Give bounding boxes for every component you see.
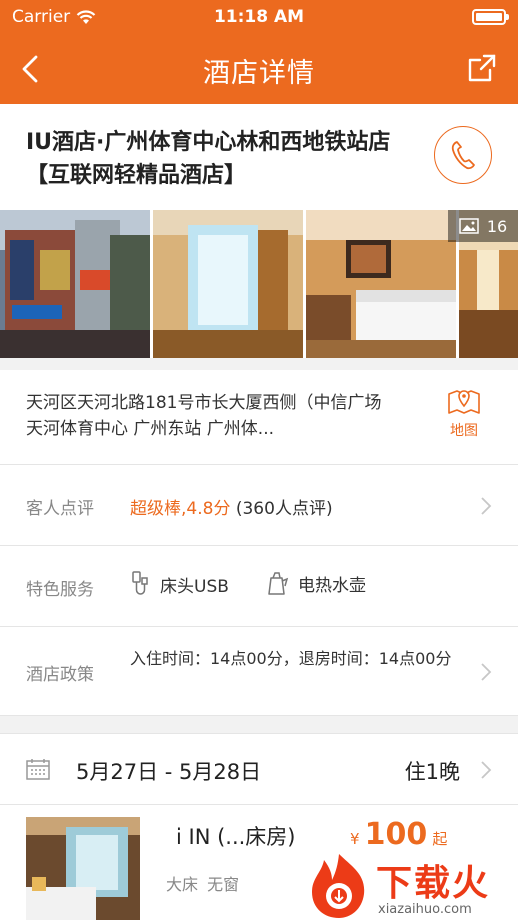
room-price: ¥ 100 起	[350, 817, 447, 852]
services-row: 特色服务 床头USB 电热水壶	[0, 546, 518, 627]
service-name: 床头USB	[160, 576, 229, 597]
hotel-address: 天河区天河北路181号市长大厦西侧（中信广场 天河体育中心 广州东站 广州体..…	[26, 393, 382, 439]
photo-count-badge[interactable]: 16	[448, 210, 518, 242]
kettle-icon	[268, 572, 289, 595]
address-row[interactable]: 天河区天河北路181号市长大厦西侧（中信广场 天河体育中心 广州东站 广州体..…	[0, 370, 518, 465]
calendar-icon	[26, 759, 50, 780]
nights-count: 住1晚	[404, 760, 460, 784]
battery-icon	[472, 9, 509, 25]
policy-text: 入住时间：14点00分，退房时间：14点00分	[130, 649, 452, 668]
service-item: 电热水壶	[264, 570, 366, 596]
room-tags: 大床 无窗	[166, 875, 240, 894]
services-label: 特色服务	[26, 580, 94, 600]
price-suffix: 起	[432, 830, 448, 848]
rating-summary: 超级棒,4.8分 (360人点评)	[130, 494, 333, 519]
call-button[interactable]	[434, 126, 492, 184]
watermark-url: xiazaihuo.com	[378, 902, 472, 917]
status-bar: Carrier 11:18 AM	[0, 0, 518, 34]
usb-icon	[132, 571, 148, 595]
gallery-photo-exterior[interactable]	[0, 210, 150, 358]
watermark-logo: 下载火 xiazaihuo.com	[306, 852, 518, 920]
nav-bar: 酒店详情	[0, 34, 518, 104]
battery-level	[476, 13, 502, 21]
phone-icon	[451, 141, 475, 170]
chevron-right-icon	[481, 761, 492, 779]
policy-row[interactable]: 酒店政策 入住时间：14点00分，退房时间：14点00分	[0, 627, 518, 716]
rating-score: 超级棒,4.8分	[130, 499, 231, 519]
price-value: 100	[364, 817, 428, 852]
image-icon	[459, 218, 479, 234]
policy-label: 酒店政策	[26, 665, 94, 685]
map-button[interactable]: 地图	[444, 386, 484, 440]
review-label: 客人点评	[26, 499, 94, 519]
photo-count: 16	[486, 216, 508, 236]
review-row[interactable]: 客人点评 超级棒,4.8分 (360人点评)	[0, 465, 518, 546]
map-label: 地图	[450, 423, 478, 439]
gallery-photo-room[interactable]	[306, 210, 456, 358]
room-name: i IN (...床房)	[176, 825, 296, 849]
clock: 11:18 AM	[213, 7, 305, 27]
page-title: 酒店详情	[203, 58, 315, 89]
date-selector[interactable]: 5月27日 - 5月28日 住1晚	[0, 733, 518, 805]
map-pin-icon	[448, 390, 480, 414]
chevron-right-icon	[481, 497, 492, 515]
service-item: 床头USB	[130, 570, 229, 598]
room-thumbnail	[26, 817, 140, 920]
gallery-photo-lobby[interactable]	[153, 210, 303, 358]
watermark-brand: 下载火	[376, 863, 491, 904]
price-currency: ¥	[350, 830, 360, 848]
date-range: 5月27日 - 5月28日	[76, 760, 262, 784]
review-count: (360人点评)	[235, 499, 333, 519]
hotel-header: IU酒店·广州体育中心林和西地铁站店【互联网轻精品酒店】	[0, 104, 518, 210]
chevron-right-icon	[481, 663, 492, 681]
hotel-name: IU酒店·广州体育中心林和西地铁站店【互联网轻精品酒店】	[26, 130, 391, 188]
share-icon[interactable]	[466, 52, 498, 84]
service-name: 电热水壶	[298, 575, 366, 596]
flame-logo-icon	[312, 854, 365, 918]
photo-gallery[interactable]: 16	[0, 210, 518, 358]
